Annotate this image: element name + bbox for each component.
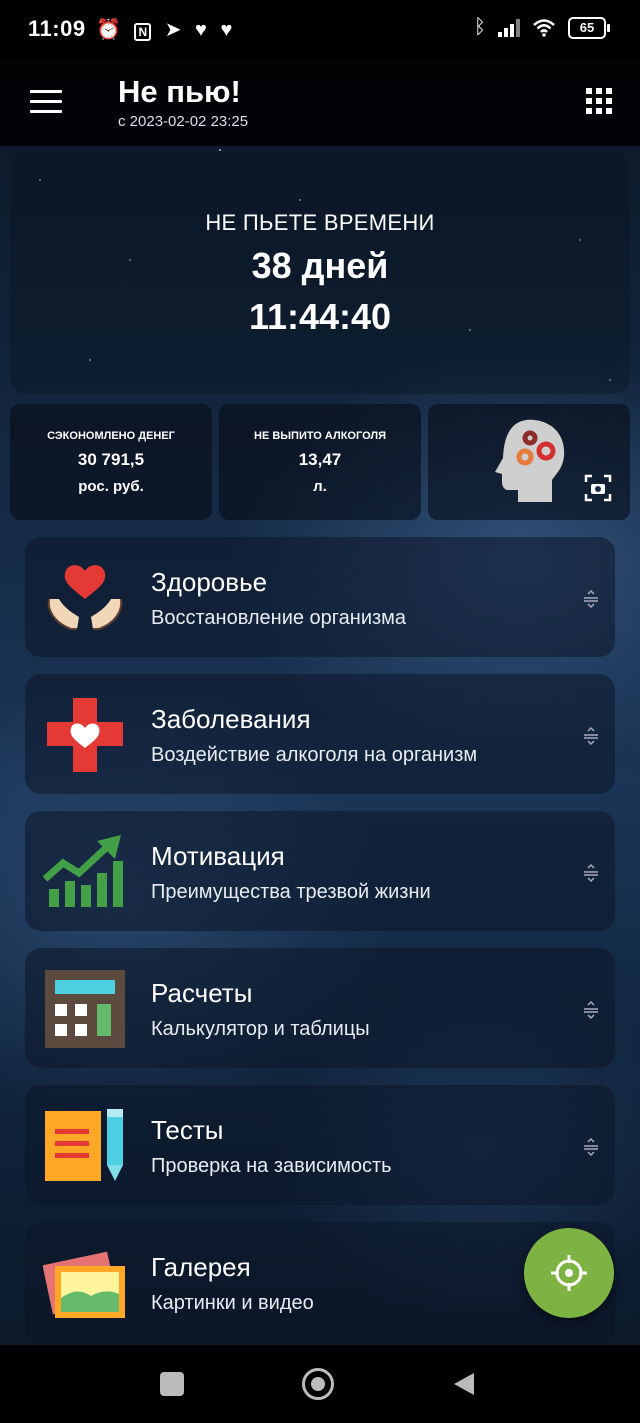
photo-gallery-icon (43, 1251, 125, 1318)
alcohol-not-drunk-unit: л. (313, 478, 327, 495)
status-time: 11:09 (28, 16, 86, 41)
sober-since-date: с 2023-02-02 23:25 (118, 113, 249, 130)
calculator-icon (45, 970, 125, 1048)
drag-handle-icon[interactable] (581, 1000, 601, 1020)
app-bar: Не пью! с 2023-02-02 23:25 (0, 60, 640, 146)
menu-item-title: Здоровье (151, 567, 268, 597)
status-notification-icons: ⏰ N ➤ ♥ ♥ (88, 17, 232, 42)
menu-item-title: Мотивация (151, 841, 285, 871)
growth-chart-icon (43, 835, 123, 907)
menu-item-subtitle: Преимущества трезвой жизни (151, 881, 431, 903)
battery-icon: 65 (568, 16, 610, 39)
crosshair-icon (551, 1255, 587, 1291)
nfc-icon: N (134, 23, 152, 41)
status-system-icons: ᛒ 65 (474, 16, 610, 39)
menu-item-tests[interactable]: Тесты Проверка на зависимость (25, 1085, 615, 1205)
drag-handle-icon[interactable] (581, 863, 601, 883)
heart-hands-icon (47, 565, 123, 630)
menu-item-subtitle: Проверка на зависимость (151, 1155, 392, 1177)
apps-grid-icon[interactable] (586, 88, 612, 114)
app-title: Не пью! (118, 74, 241, 109)
telegram-icon: ➤ (164, 19, 182, 41)
timer-days: 38 дней (251, 245, 389, 286)
money-saved-title: СЭКОНОМЛЕНО ДЕНЕГ (47, 430, 175, 442)
wifi-icon (533, 18, 555, 37)
notepad-pencil-icon (45, 1109, 123, 1181)
system-nav-bar (0, 1345, 640, 1423)
floating-action-button[interactable] (524, 1228, 614, 1318)
vk-icon: ♥ (220, 19, 233, 41)
brain-gears-icon (495, 419, 565, 502)
brain-card[interactable] (428, 404, 630, 520)
menu-item-subtitle: Восстановление организма (151, 607, 407, 629)
status-bar: 11:09 ⏰ N ➤ ♥ ♥ ᛒ 65 (0, 0, 640, 60)
back-button[interactable] (452, 1371, 476, 1397)
menu-item-subtitle: Калькулятор и таблицы (151, 1018, 370, 1040)
menu-item-title: Галерея (151, 1252, 251, 1282)
money-saved-card[interactable]: СЭКОНОМЛЕНО ДЕНЕГ 30 791,5 рос. руб. (10, 404, 212, 520)
drag-handle-icon[interactable] (581, 726, 601, 746)
drag-handle-icon[interactable] (581, 1137, 601, 1157)
recent-apps-button[interactable] (160, 1372, 184, 1396)
money-saved-unit: рос. руб. (78, 478, 144, 495)
menu-item-calculations[interactable]: Расчеты Калькулятор и таблицы (25, 948, 615, 1068)
alarm-icon: ⏰ (96, 19, 121, 41)
alcohol-not-drunk-value: 13,47 (298, 450, 342, 469)
signal-icon (498, 18, 520, 37)
drag-handle-icon[interactable] (581, 589, 601, 609)
medical-cross-icon (47, 698, 123, 772)
menu-item-title: Расчеты (151, 978, 253, 1008)
timer-label: НЕ ПЬЕТЕ ВРЕМЕНИ (205, 210, 435, 235)
money-saved-value: 30 791,5 (77, 450, 145, 469)
alcohol-not-drunk-card[interactable]: НЕ ВЫПИТО АЛКОГОЛЯ 13,47 л. (219, 404, 421, 520)
menu-item-diseases[interactable]: Заболевания Воздействие алкоголя на орга… (25, 674, 615, 794)
menu-item-subtitle: Картинки и видео (151, 1292, 314, 1314)
menu-item-subtitle: Воздействие алкоголя на организм (151, 744, 478, 766)
menu-item-health[interactable]: Здоровье Восстановление организма (25, 537, 615, 657)
menu-item-title: Заболевания (151, 704, 311, 734)
menu-item-motivation[interactable]: Мотивация Преимущества трезвой жизни (25, 811, 615, 931)
alcohol-not-drunk-title: НЕ ВЫПИТО АЛКОГОЛЯ (254, 430, 386, 442)
bluetooth-icon: ᛒ (474, 16, 486, 38)
home-button[interactable] (302, 1368, 334, 1400)
vk-icon: ♥ (195, 19, 207, 41)
menu-icon[interactable] (30, 90, 62, 114)
timer-clock: 11:44:40 (248, 296, 392, 337)
menu-item-title: Тесты (151, 1115, 224, 1145)
screenshot-icon[interactable] (584, 474, 612, 502)
